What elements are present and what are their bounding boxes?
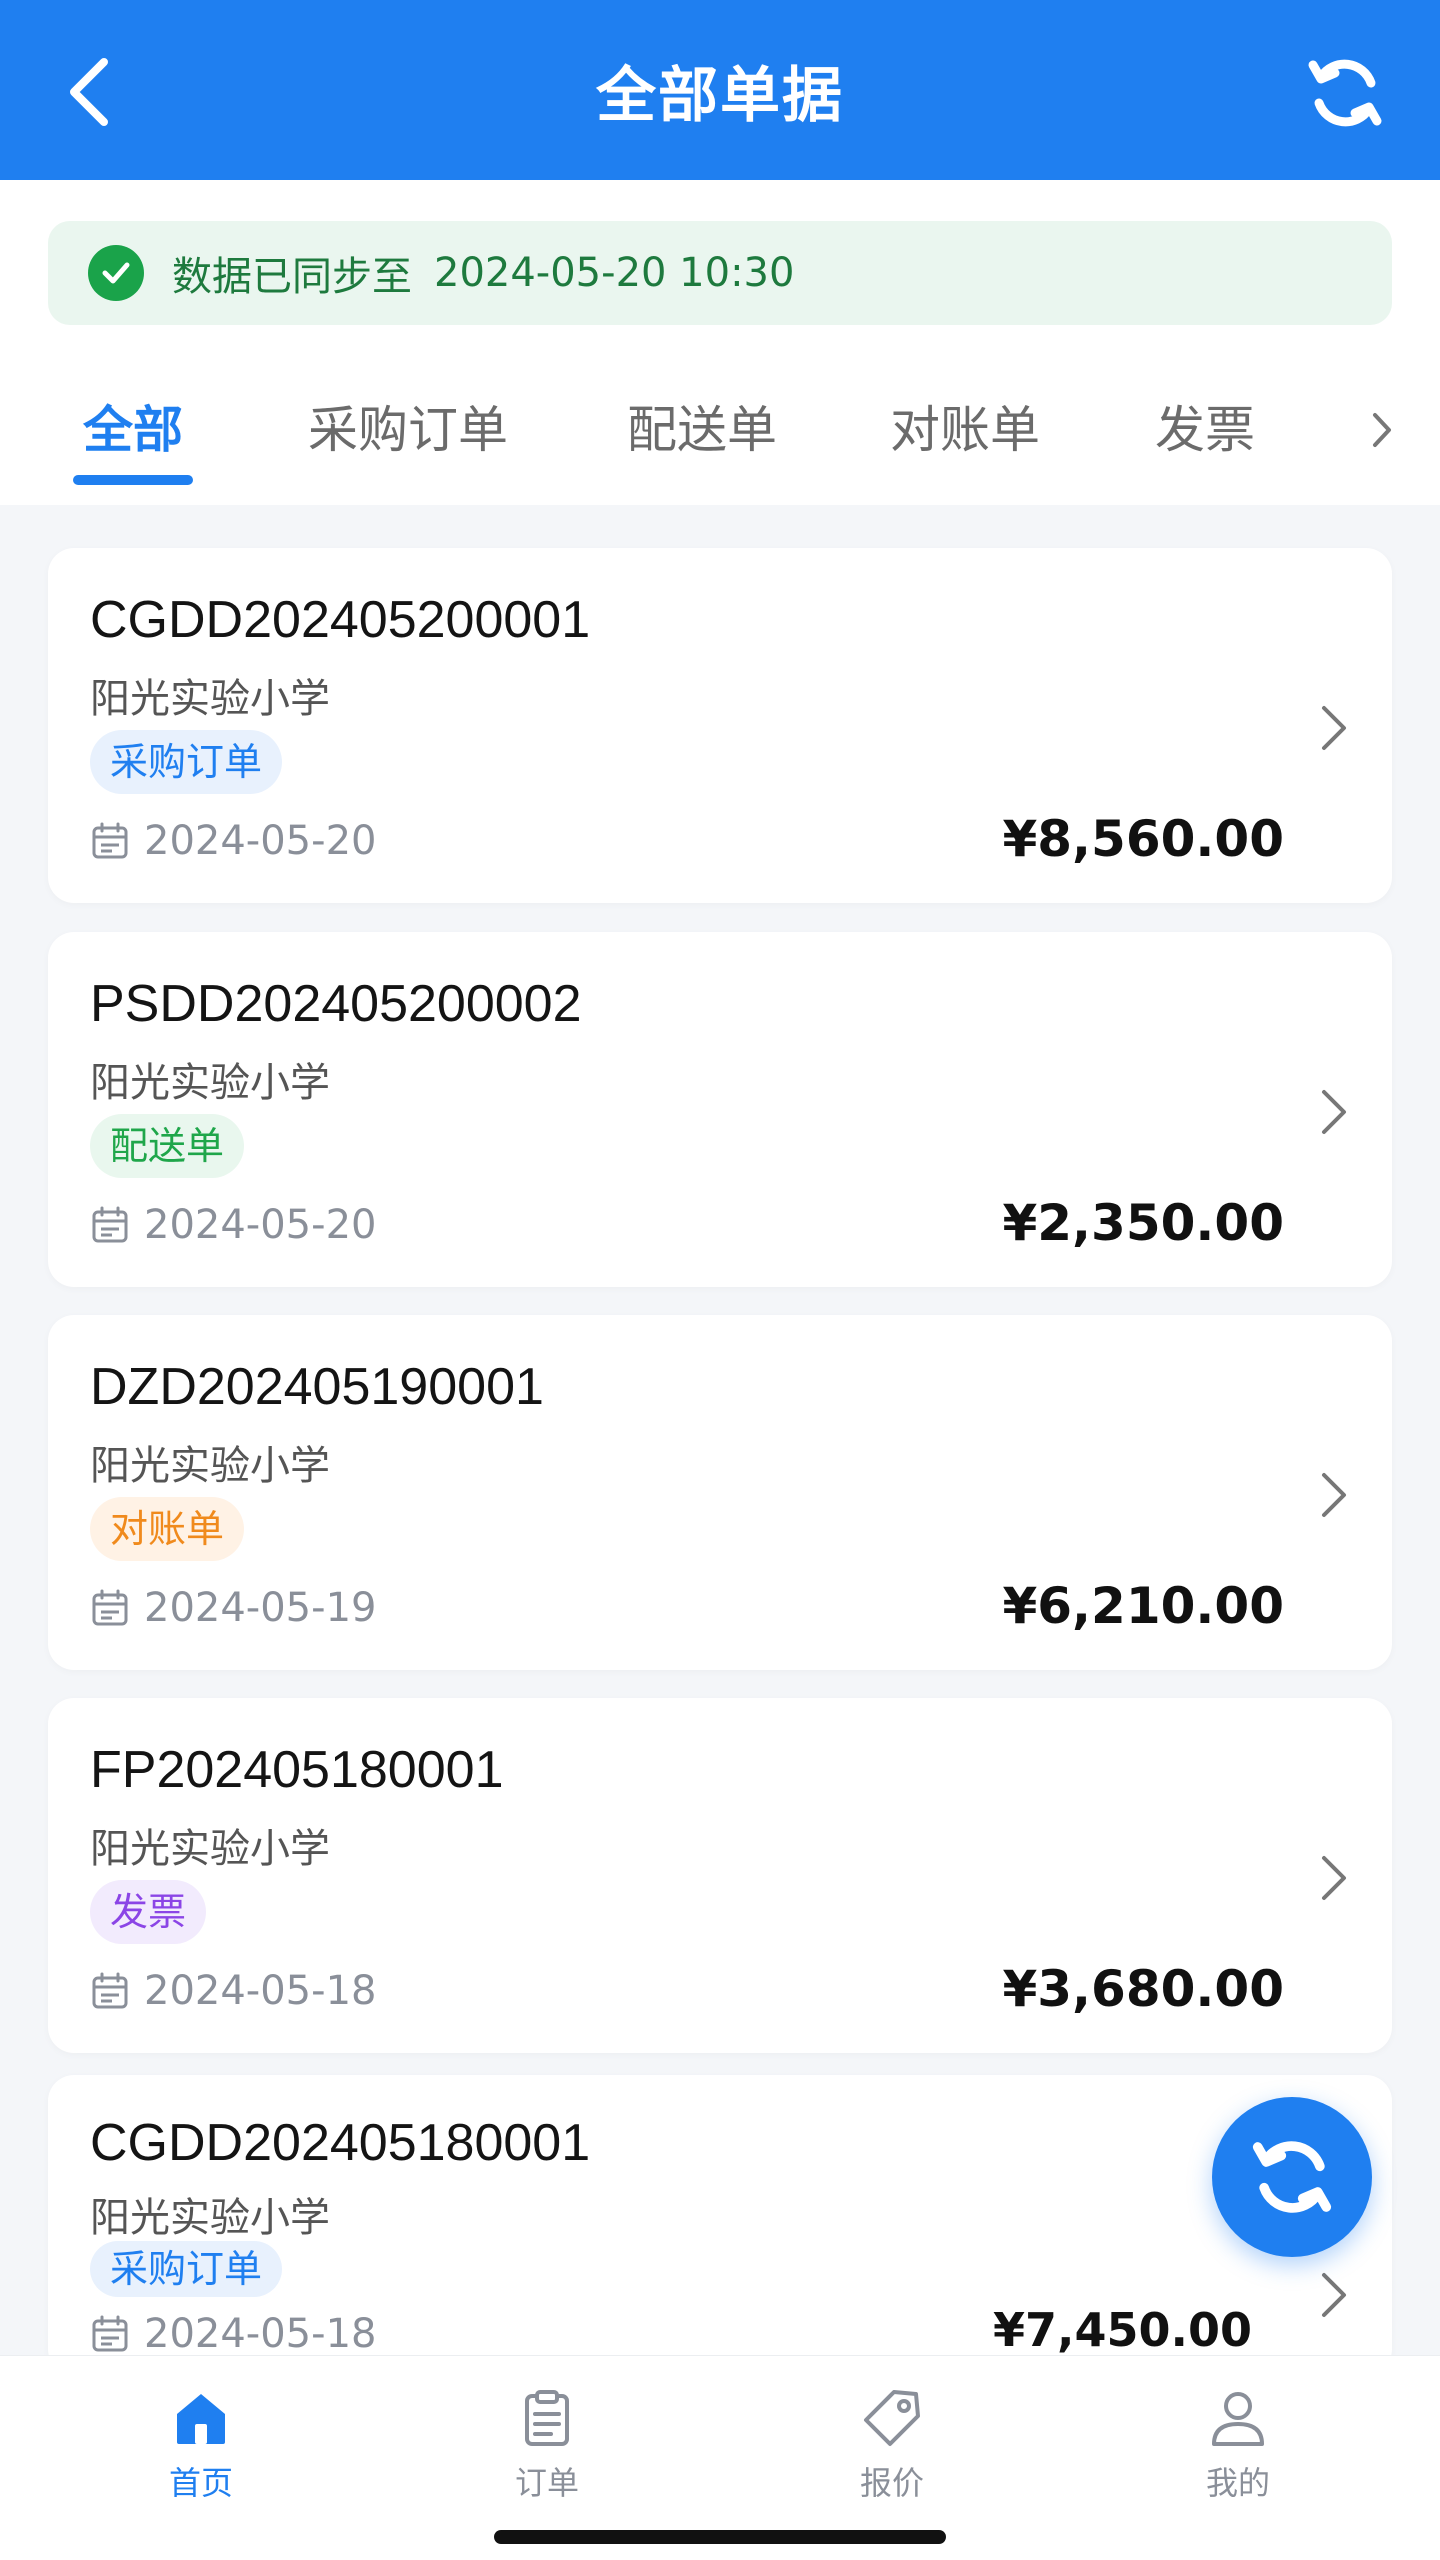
nav-label: 报价 [859,2464,924,2502]
school-name: 阳光实验小学 [90,1443,330,1489]
check-circle-icon [88,245,144,301]
document-date: 2024-05-18 [144,2311,377,2357]
nav-item-quotes[interactable]: 报价 [812,2386,972,2506]
tag-icon [864,2390,920,2446]
date-row: 2024-05-19 [90,1585,376,1631]
nav-label: 首页 [168,2464,233,2502]
nav-label: 订单 [514,2464,579,2502]
sync-time: 2024-05-20 10:30 [434,250,795,296]
document-card[interactable]: FP202405180001 阳光实验小学 发票 2024-05-18 ¥3,6… [48,1698,1392,2053]
tab-delivery[interactable]: 配送单 [627,390,777,470]
school-name: 阳光实验小学 [90,2195,330,2241]
nav-label: 我的 [1205,2464,1270,2502]
chevron-right-icon [1373,413,1391,447]
school-name: 阳光实验小学 [90,1826,330,1872]
document-number: CGDD202405180001 [90,2114,591,2172]
document-card[interactable]: PSDD202405200002 阳光实验小学 配送单 2024-05-20 ¥… [48,932,1392,1287]
floating-sync-button[interactable] [1212,2097,1372,2257]
nav-item-profile[interactable]: 我的 [1158,2386,1318,2506]
document-amount: ¥3,680.00 [1002,1960,1284,2018]
document-number: FP202405180001 [90,1741,504,1799]
document-amount: ¥6,210.00 [1002,1577,1284,1635]
document-number: PSDD202405200002 [90,975,582,1033]
back-arrow-icon [70,58,108,126]
calendar-icon [92,1972,128,2009]
page-title: 全部单据 [596,60,844,131]
school-name: 阳光实验小学 [90,676,330,722]
calendar-icon [92,2315,128,2352]
app-header: 全部单据 [0,0,1440,180]
document-date: 2024-05-20 [144,1202,377,1248]
active-tab-indicator [73,475,193,485]
calendar-icon [92,1589,128,1626]
tab-invoice[interactable]: 发票 [1155,390,1255,470]
clipboard-icon [525,2390,569,2446]
document-amount: ¥7,450.00 [993,2303,1252,2357]
date-row: 2024-05-18 [90,1968,376,2014]
sync-status-banner: 数据已同步至 2024-05-20 10:30 [48,221,1392,325]
chevron-right-icon[interactable] [1314,698,1354,758]
document-date: 2024-05-19 [144,1585,377,1631]
document-type-tabs: 全部 采购订单 配送单 对账单 发票 [0,370,1440,500]
chevron-right-icon[interactable] [1314,1848,1354,1908]
document-date: 2024-05-18 [144,1968,377,2014]
school-name: 阳光实验小学 [90,1060,330,1106]
document-card[interactable]: DZD202405190001 阳光实验小学 对账单 2024-05-19 ¥6… [48,1315,1392,1670]
sync-icon [1252,2141,1332,2213]
type-badge: 采购订单 [90,730,283,794]
document-card[interactable]: CGDD202405200001 阳光实验小学 采购订单 2024-05-20 … [48,548,1392,903]
sync-text: 数据已同步至 [172,254,412,300]
type-badge: 对账单 [90,1497,245,1561]
document-card[interactable]: CGDD202405180001 阳光实验小学 采购订单 2024-05-18 … [48,2075,1392,2375]
nav-item-orders[interactable]: 订单 [467,2386,627,2506]
chevron-right-icon[interactable] [1314,1465,1354,1525]
type-badge: 采购订单 [90,2241,283,2297]
date-row: 2024-05-18 [90,2311,376,2357]
calendar-icon [92,1206,128,1243]
type-badge: 发票 [90,1880,207,1944]
home-icon [177,2394,225,2444]
date-row: 2024-05-20 [90,818,376,864]
chevron-right-icon[interactable] [1314,1082,1354,1142]
refresh-button[interactable] [1300,48,1390,138]
date-row: 2024-05-20 [90,1202,376,1248]
user-icon [1212,2392,1264,2446]
document-amount: ¥8,560.00 [1002,810,1284,868]
refresh-icon [1308,59,1382,127]
tab-reconciliation[interactable]: 对账单 [890,390,1040,470]
back-button[interactable] [58,52,118,132]
tabs-more-button[interactable] [1362,400,1402,460]
chevron-right-icon[interactable] [1314,2265,1354,2325]
document-number: CGDD202405200001 [90,591,591,649]
tab-all[interactable]: 全部 [83,390,183,470]
document-date: 2024-05-20 [144,818,377,864]
tab-purchase-order[interactable]: 采购订单 [308,390,508,470]
document-number: DZD202405190001 [90,1358,544,1416]
nav-item-home[interactable]: 首页 [121,2386,281,2506]
document-amount: ¥2,350.00 [1002,1194,1284,1252]
home-indicator[interactable] [494,2530,946,2544]
type-badge: 配送单 [90,1114,245,1178]
calendar-icon [92,822,128,859]
